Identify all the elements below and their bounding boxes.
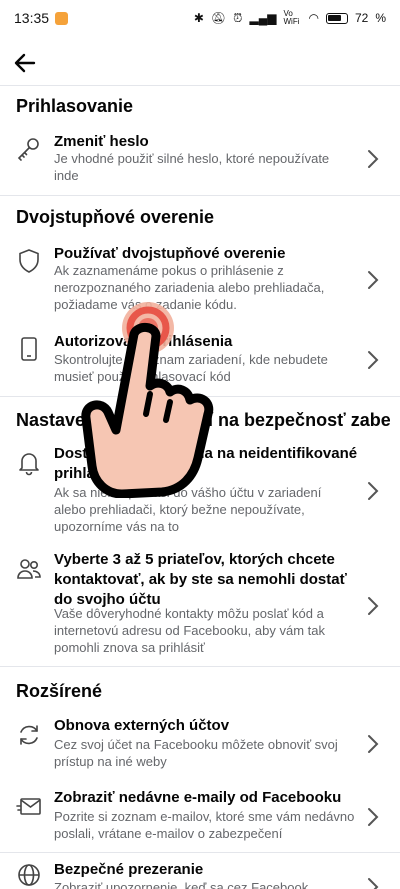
wifi-icon: ◠ <box>308 11 319 25</box>
battery-percent: 72 <box>354 11 369 25</box>
row-title: Bezpečné prezeranie <box>54 861 204 878</box>
section-title-2fa: Dvojstupňové overenie <box>16 207 215 227</box>
section-title-security-alerts: Nastavenia upozornení na bezpečnosť zabe… <box>16 410 390 430</box>
row-desc: Zobraziť upozornenie, keď sa cez Faceboo… <box>54 880 309 889</box>
mute-icon: 🔕︎ <box>210 11 227 25</box>
chevron-right-icon <box>368 808 379 826</box>
status-bar: 13:35 ✱ 🔕︎ ⏰︎ ▂▄▆ Vo WiFi ◠ 72% <box>0 0 400 36</box>
section-title-advanced: Rozšírené <box>16 681 103 701</box>
notification-app-icon <box>55 11 69 25</box>
row-title: Zmeniť heslo <box>54 133 149 150</box>
chevron-right-icon <box>368 351 379 369</box>
key-icon <box>17 138 39 161</box>
chevron-right-icon <box>368 482 379 500</box>
top-app-bar <box>0 40 400 86</box>
bell-icon <box>19 453 39 476</box>
chevron-right-icon <box>368 597 379 615</box>
row-authorized-logins[interactable]: Autorizované prihlásenia Skontrolujte si… <box>0 332 400 388</box>
status-time: 13:35 <box>14 10 50 26</box>
row-external-recovery[interactable]: Obnova externých účtov Cez svoj účet na … <box>0 714 400 774</box>
row-desc: Ak zaznamenáme pokus o prihlásenie z ner… <box>54 263 325 312</box>
chevron-right-icon <box>368 735 379 753</box>
battery-icon <box>325 12 348 24</box>
row-desc: Vaše dôveryhodné kontakty môžu poslať kó… <box>54 606 325 655</box>
row-trusted-contacts[interactable]: Vyberte 3 až 5 priateľov, ktorých chcete… <box>0 548 400 660</box>
row-title: Dostávať upozornenia na neidentifikované… <box>54 445 358 482</box>
alarm-icon: ⏰︎ <box>233 10 243 25</box>
chevron-right-icon <box>368 878 379 889</box>
divider <box>0 852 400 853</box>
row-desc: Skontrolujte si zoznam zariadení, kde ne… <box>54 352 328 384</box>
friends-icon <box>17 559 41 579</box>
bluetooth-icon: ✱ <box>193 11 204 25</box>
vowifi-label: Vo WiFi <box>283 9 300 26</box>
chevron-right-icon <box>368 150 379 168</box>
globe-icon <box>18 864 40 886</box>
chevron-right-icon <box>368 271 379 289</box>
section-title-login: Prihlasovanie <box>16 96 134 116</box>
row-title: Obnova externých účtov <box>54 717 230 734</box>
row-title: Zobraziť nedávne e-maily od Facebooku <box>54 789 342 806</box>
shield-icon <box>19 249 39 273</box>
row-title: Vyberte 3 až 5 priateľov, ktorých chcete… <box>54 551 347 608</box>
row-desc: Cez svoj účet na Facebooku môžete obnovi… <box>54 737 338 769</box>
row-title: Používať dvojstupňové overenie <box>54 245 286 262</box>
back-arrow-icon[interactable] <box>10 48 40 78</box>
phone-icon <box>21 337 37 361</box>
refresh-icon <box>20 725 38 745</box>
row-use-2fa[interactable]: Používať dvojstupňové overenie Ak zaznam… <box>0 242 400 318</box>
row-desc: Pozrite si zoznam e-mailov, ktoré sme vá… <box>54 809 355 841</box>
row-unrecognized-login-alerts[interactable]: Dostávať upozornenia na neidentifikované… <box>0 444 400 536</box>
row-recent-emails[interactable]: Zobraziť nedávne e-maily od Facebooku Po… <box>0 786 400 848</box>
divider <box>0 666 400 667</box>
signal-icon: ▂▄▆ <box>249 11 277 25</box>
email-icon <box>16 798 41 815</box>
row-safe-browsing[interactable]: Bezpečné prezeranie Zobraziť upozornenie… <box>0 858 400 889</box>
row-title: Autorizované prihlásenia <box>54 333 233 350</box>
row-desc: Je vhodné použiť silné heslo, ktoré nepo… <box>54 151 330 183</box>
divider <box>0 195 400 196</box>
divider <box>0 396 400 397</box>
row-desc: Ak sa niekto prihlási do vášho účtu v za… <box>54 485 322 534</box>
status-icons: ✱ 🔕︎ ⏰︎ ▂▄▆ Vo WiFi ◠ 72% <box>193 9 386 26</box>
row-change-password[interactable]: Zmeniť heslo Je vhodné použiť silné hesl… <box>0 128 400 192</box>
